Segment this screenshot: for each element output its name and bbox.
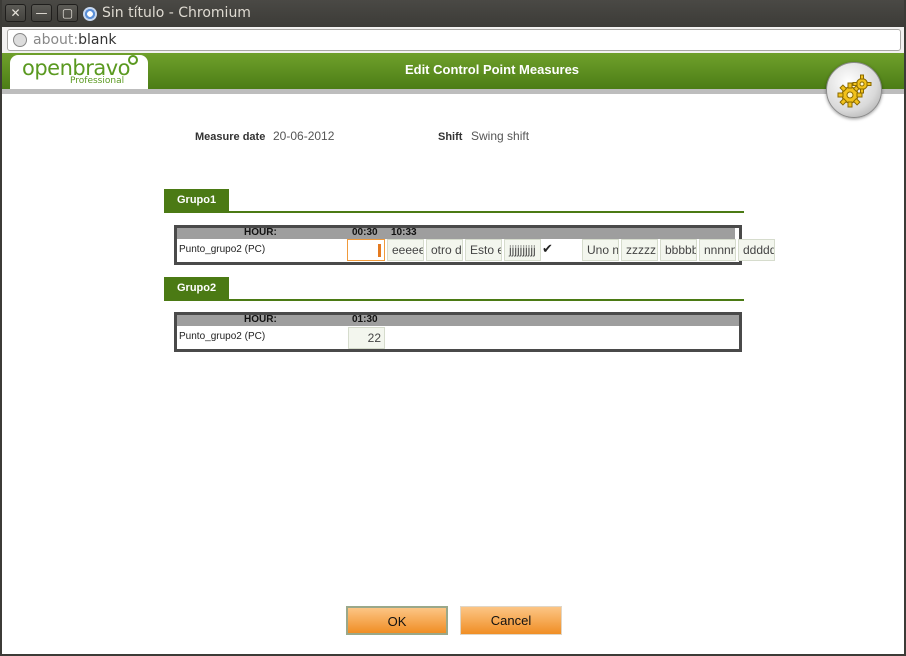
window-close-button[interactable]: ✕: [5, 4, 26, 22]
app-header: openbravo Professional Edit Control Poin…: [2, 53, 904, 89]
section-tab-grupo2[interactable]: Grupo2: [164, 277, 230, 300]
browser-window: ✕ — ▢ Sin título - Chromium about:blank …: [0, 0, 906, 656]
shift-value: Swing shift: [471, 129, 530, 143]
measure-input[interactable]: bbbbb: [660, 239, 697, 261]
hour-label: HOUR:: [244, 227, 277, 238]
logo-subtitle: Professional: [70, 76, 125, 86]
measure-input[interactable]: [347, 239, 385, 261]
measure-input[interactable]: eeeee: [387, 239, 424, 261]
section-divider: [164, 211, 744, 213]
measure-input[interactable]: Uno n: [582, 239, 619, 261]
measure-date-value: 20-06-2012: [273, 129, 335, 143]
measure-checkbox[interactable]: ✔: [542, 242, 553, 257]
title-bar: ✕ — ▢ Sin título - Chromium: [2, 0, 904, 27]
toolbar: about:blank: [2, 27, 904, 53]
measure-input[interactable]: jjjjjjjjjj: [504, 239, 541, 261]
measure-input[interactable]: ddddd: [738, 239, 775, 261]
hour-label: HOUR:: [244, 314, 277, 325]
measure-input[interactable]: 22: [348, 327, 385, 349]
measure-input[interactable]: zzzzz: [621, 239, 658, 261]
row-label: Punto_grupo2 (PC): [179, 331, 266, 342]
hour-column: 10:33: [391, 227, 417, 238]
url-path: blank: [78, 32, 117, 48]
hour-column: 01:30: [352, 314, 378, 325]
globe-icon: [13, 33, 27, 47]
row-label: Punto_grupo2 (PC): [179, 244, 266, 255]
settings-button[interactable]: [826, 62, 882, 118]
window-minimize-button[interactable]: —: [31, 4, 52, 22]
gears-icon: [837, 74, 872, 108]
chromium-icon: [83, 7, 97, 21]
measure-date-label: Measure date: [195, 131, 266, 143]
page-title: Edit Control Point Measures: [404, 62, 580, 77]
ok-button[interactable]: OK: [346, 606, 448, 635]
window-title: Sin título - Chromium: [102, 5, 251, 21]
measure-input[interactable]: nnnnn: [699, 239, 736, 261]
header-divider: [2, 89, 904, 94]
cancel-button[interactable]: Cancel: [460, 606, 562, 635]
url-text[interactable]: about:blank: [33, 32, 116, 48]
shift-label: Shift: [438, 131, 463, 143]
address-bar[interactable]: about:blank: [7, 29, 901, 51]
hour-column: 00:30: [352, 227, 378, 238]
section-divider: [164, 299, 744, 301]
grid-header: HOUR: 00:30 10:33: [177, 227, 735, 239]
window-maximize-button[interactable]: ▢: [57, 4, 78, 22]
grupo2-measures-grid: HOUR: 01:30 Punto_grupo2 (PC): [174, 312, 742, 352]
measure-input[interactable]: Esto e: [465, 239, 502, 261]
grid-header: HOUR: 01:30: [177, 314, 739, 326]
section-tab-grupo1[interactable]: Grupo1: [164, 189, 230, 212]
measure-input[interactable]: otro d: [426, 239, 463, 261]
url-protocol: about:: [33, 32, 79, 48]
